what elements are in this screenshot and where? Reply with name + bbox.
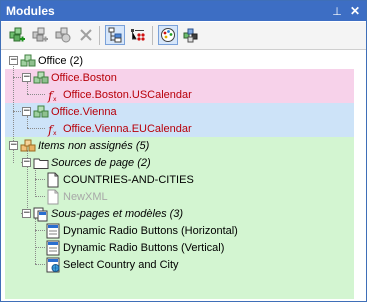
panel-titlebar[interactable]: Modules ⊥ ✕ — [1, 1, 366, 21]
module-cluster-icon — [33, 70, 49, 86]
module-settings-icon — [55, 27, 71, 43]
unassigned-cubes-icon — [20, 138, 36, 154]
tree-item-boston-uscalendar[interactable]: fx Office.Boston.USCalendar — [45, 86, 192, 103]
page-source-icon — [45, 189, 61, 205]
tree-item-radio-vertical[interactable]: Dynamic Radio Buttons (Vertical) — [45, 239, 224, 256]
modules-toolbar — [1, 22, 366, 50]
tree-label: COUNTRIES-AND-CITIES — [63, 173, 194, 186]
tree-item-office-boston[interactable]: Office.Boston — [33, 69, 117, 86]
add-shared-module-button[interactable] — [30, 25, 50, 45]
collapse-toggle[interactable]: − — [22, 107, 31, 116]
add-module-button[interactable] — [7, 25, 27, 45]
tree-label: Office.Boston — [51, 71, 117, 84]
modules-cluster-icon — [20, 53, 36, 69]
function-icon: fx — [45, 121, 61, 137]
tree-item-vienna-eucalendar[interactable]: fx Office.Vienna.EUCalendar — [45, 120, 192, 137]
function-icon: fx — [45, 87, 61, 103]
modules-panel: Modules ⊥ ✕ − Office (2) − Office.Boston… — [0, 0, 367, 302]
layout-tree-icon — [108, 27, 122, 43]
collapse-toggle[interactable]: − — [22, 73, 31, 82]
panel-title: Modules — [6, 4, 55, 18]
collapse-toggle[interactable]: − — [22, 158, 31, 167]
modules-tree: − Office (2) − Office.Boston fx Office.B… — [5, 52, 363, 299]
tree-item-select-country-city[interactable]: Select Country and City — [45, 256, 179, 273]
tree-label: Office.Boston.USCalendar — [63, 88, 192, 101]
palette-icon — [161, 28, 175, 42]
tree-item-radio-horizontal[interactable]: Dynamic Radio Buttons (Horizontal) — [45, 222, 238, 239]
svg-text:x: x — [53, 130, 57, 137]
show-properties-button[interactable] — [128, 25, 148, 45]
component-settings-button[interactable] — [181, 25, 201, 45]
tree-connector — [35, 218, 36, 264]
toolbar-separator — [99, 26, 100, 45]
tree-label: Sources de page (2) — [51, 156, 151, 169]
tree-item-subpages-templates[interactable]: Sous-pages et modèles (3) — [33, 205, 183, 222]
pin-button[interactable]: ⊥ — [330, 4, 344, 18]
tree-label: NewXML — [63, 190, 108, 203]
list-red-dots-icon — [131, 29, 145, 41]
module-cluster-icon — [33, 104, 49, 120]
pin-icon: ⊥ — [332, 5, 342, 18]
collapse-toggle[interactable]: − — [9, 56, 18, 65]
tree-item-page-sources[interactable]: Sources de page (2) — [33, 154, 151, 171]
tree-label: Office.Vienna.EUCalendar — [63, 122, 192, 135]
tree-item-office-vienna[interactable]: Office.Vienna — [33, 103, 117, 120]
close-icon: ✕ — [349, 4, 361, 18]
add-shared-module-icon — [32, 27, 48, 42]
tree-label: Select Country and City — [63, 258, 179, 271]
tree-connector — [35, 264, 45, 265]
tree-connector — [27, 116, 28, 128]
tree-item-countries-and-cities[interactable]: COUNTRIES-AND-CITIES — [45, 171, 194, 188]
delete-x-icon — [80, 29, 92, 41]
tree-connector — [27, 82, 28, 94]
remove-shared-module-button[interactable] — [53, 25, 73, 45]
delete-button[interactable] — [76, 25, 96, 45]
tree-connector — [35, 247, 45, 248]
tree-label: Dynamic Radio Buttons (Horizontal) — [63, 224, 238, 237]
tree-item-office[interactable]: Office (2) — [20, 52, 83, 69]
tree-item-newxml[interactable]: NewXML — [45, 188, 108, 205]
tree-connector — [35, 179, 45, 180]
tree-label: Items non assignés (5) — [38, 139, 150, 152]
tree-label: Dynamic Radio Buttons (Vertical) — [63, 241, 225, 254]
add-module-icon — [9, 27, 25, 42]
tree-connector — [27, 128, 45, 129]
pages-stack-icon — [33, 206, 49, 222]
page-icon — [45, 240, 61, 256]
page-globe-icon — [45, 257, 61, 273]
folder-icon — [33, 155, 49, 171]
cubes-icon — [183, 28, 198, 43]
tree-connector — [35, 167, 36, 197]
page-source-icon — [45, 172, 61, 188]
tree-connector — [35, 230, 45, 231]
toolbar-separator — [152, 26, 153, 45]
page-icon — [45, 223, 61, 239]
tree-label: Sous-pages et modèles (3) — [51, 207, 184, 220]
tree-connector — [13, 77, 21, 78]
collapse-toggle[interactable]: − — [22, 209, 31, 218]
tree-item-unassigned[interactable]: Items non assignés (5) — [20, 137, 149, 154]
tree-label: Office (2) — [38, 54, 84, 67]
tree-connector — [13, 111, 21, 112]
show-layout-button[interactable] — [105, 25, 125, 45]
svg-text:x: x — [53, 96, 57, 103]
tree-label: Office.Vienna — [51, 105, 117, 118]
color-palette-button[interactable] — [158, 25, 178, 45]
tree-connector — [35, 196, 45, 197]
collapse-toggle[interactable]: − — [9, 141, 18, 150]
tree-connector — [27, 94, 45, 95]
close-button[interactable]: ✕ — [348, 4, 362, 18]
